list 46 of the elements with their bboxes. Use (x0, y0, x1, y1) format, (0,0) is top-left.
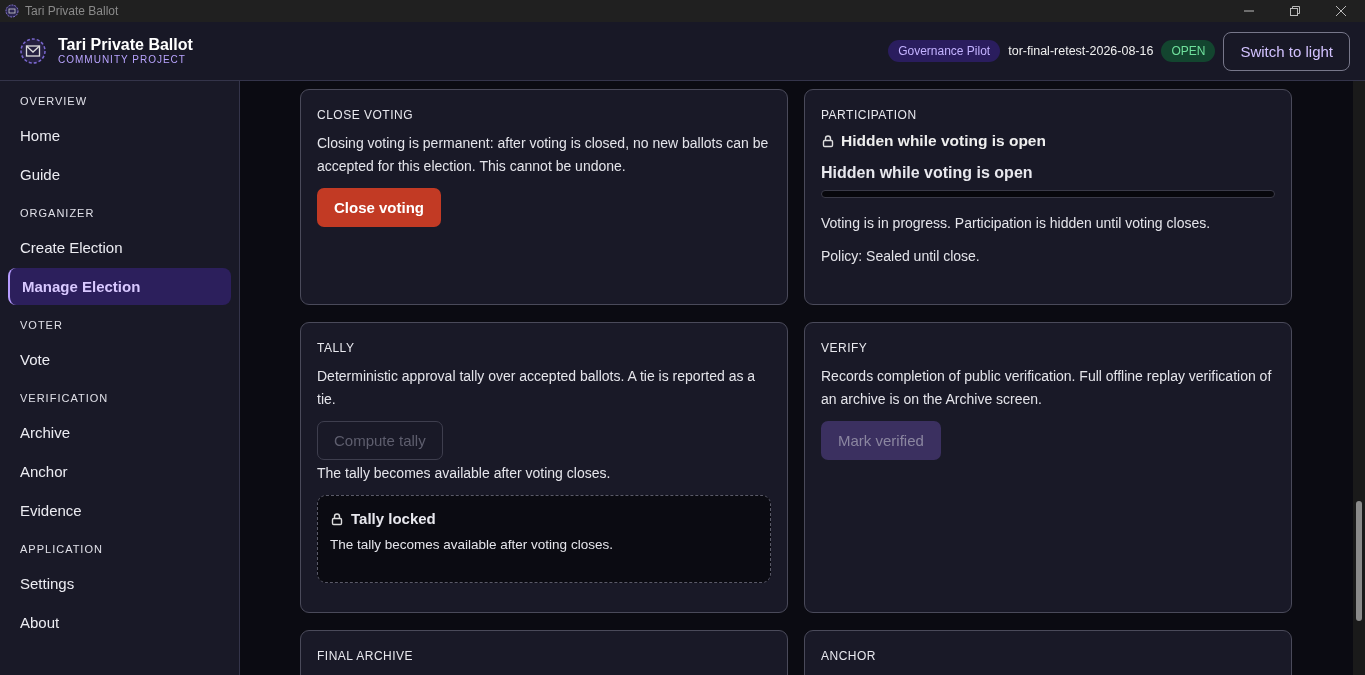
card-heading: TALLY (317, 341, 356, 355)
theme-toggle-button[interactable]: Switch to light (1223, 31, 1350, 71)
section-heading: ORGANIZER (19, 206, 96, 221)
election-id: tor-final-retest-2026-08-16 (1008, 44, 1154, 58)
nav-item[interactable]: Anchor (8, 453, 231, 490)
ballot-envelope-logo-icon (18, 36, 48, 66)
restore-icon[interactable] (1289, 5, 1301, 17)
window-title: Tari Private Ballot (25, 4, 119, 18)
status-text: Hidden while voting is open (841, 132, 1046, 150)
hint-text: The tally becomes available after voting closes. (317, 464, 612, 483)
nav-item[interactable]: About (8, 604, 231, 641)
section-heading: VERIFICATION (19, 391, 110, 406)
card-heading: VERIFY (821, 341, 869, 355)
nav-item[interactable]: Evidence (8, 492, 231, 529)
close-icon[interactable] (1335, 5, 1347, 17)
workspace-badge: Governance Pilot (888, 40, 1001, 62)
meter-title: Hidden while voting is open (821, 164, 1034, 182)
description: Policy: Sealed until close. (821, 247, 981, 266)
nav-item[interactable]: Vote (8, 341, 231, 378)
nav-item[interactable]: Create Election (8, 229, 231, 266)
app-icon (5, 4, 19, 18)
description: Deterministic approval tally over accepted ballots. A tie is reported as a tie. (317, 367, 757, 409)
card-heading: FINAL ARCHIVE (317, 649, 415, 663)
description: Records completion of public verification. Full offline replay verification of an archive is on the Archive screen. (821, 367, 1273, 409)
app-name: Tari Private Ballot (58, 36, 193, 54)
nav-item[interactable]: Archive (8, 414, 231, 451)
section-heading: APPLICATION (19, 542, 104, 557)
card-heading: ANCHOR (821, 649, 877, 663)
status-badge: OPEN (1161, 40, 1216, 62)
section-heading: VOTER (19, 318, 64, 333)
panel-text: The tally becomes available after voting closes. (330, 536, 614, 554)
app-subtitle: COMMUNITY PROJECT (58, 54, 187, 66)
nav-item[interactable]: Manage Election (8, 268, 231, 305)
card-heading: PARTICIPATION (821, 108, 918, 122)
panel-title: Tally locked (351, 510, 436, 527)
lock-icon (330, 511, 344, 526)
scrollbar[interactable] (1353, 81, 1365, 675)
card-heading: CLOSE VOTING (317, 108, 415, 122)
description: Voting is in progress. Participation is hidden until voting closes. (821, 214, 1212, 233)
lock-icon (821, 134, 835, 148)
nav-item[interactable]: Guide (8, 156, 231, 193)
nav-item[interactable]: Settings (8, 565, 231, 602)
description: Closing voting is permanent: after voting is closed, no new ballots can be accepted for this election. This cannot be undone. (317, 134, 770, 176)
section-heading: OVERVIEW (19, 94, 89, 109)
nav-item[interactable]: Home (8, 117, 231, 154)
action-button[interactable]: Close voting (317, 188, 441, 227)
